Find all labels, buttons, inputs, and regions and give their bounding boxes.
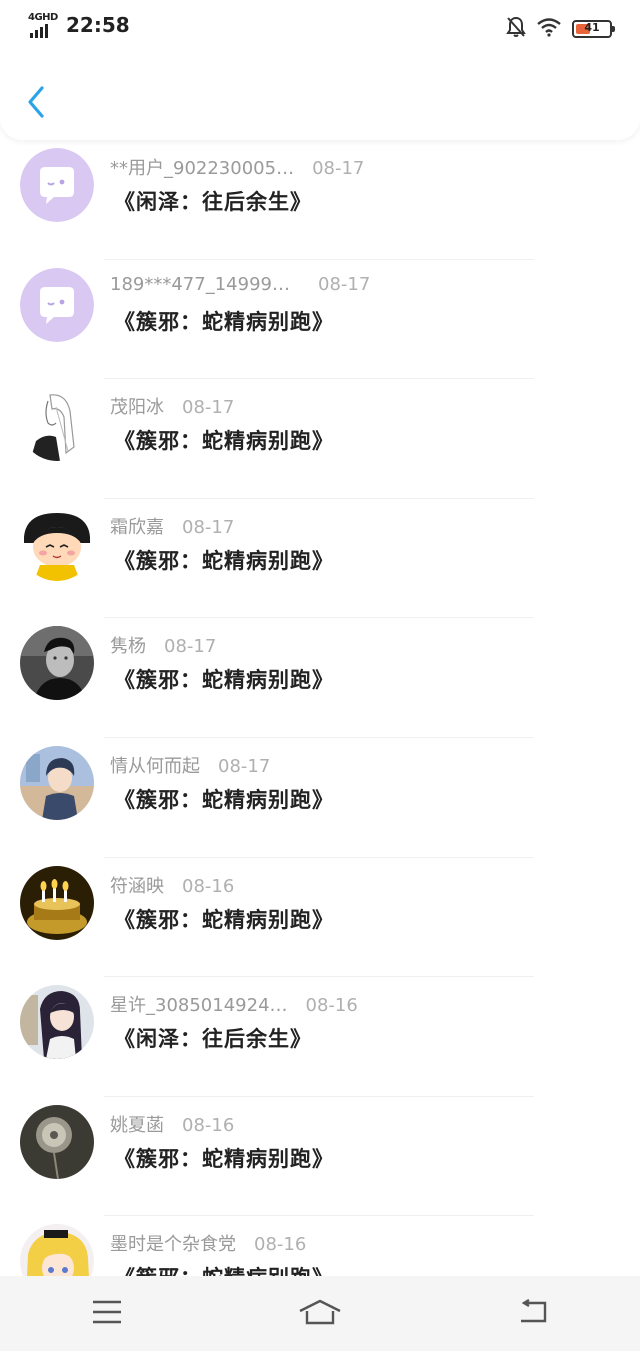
user-name: 霜欣嘉 xyxy=(110,516,164,538)
nav-back-button[interactable] xyxy=(503,1289,563,1339)
avatar[interactable] xyxy=(20,1104,94,1179)
user-name: 星许_3085014924… xyxy=(110,995,288,1017)
home-button[interactable] xyxy=(290,1289,350,1339)
item-meta: 星许_3085014924… 08-16 xyxy=(110,991,358,1017)
back-button[interactable] xyxy=(18,82,54,126)
battery-percent: 41 xyxy=(584,21,600,34)
avatar[interactable] xyxy=(20,745,94,820)
list-item[interactable]: 情从何而起 08-17 《簇邪：蛇精病别跑》 xyxy=(0,738,640,858)
avatar[interactable] xyxy=(20,148,94,222)
avatar[interactable] xyxy=(20,506,94,581)
notifications-muted-icon xyxy=(506,16,526,42)
menu-icon xyxy=(91,1299,123,1329)
status-time: 22:58 xyxy=(66,13,130,37)
item-date: 08-17 xyxy=(218,755,271,777)
user-name: 姚夏菡 xyxy=(110,1114,164,1136)
list-item[interactable]: 墨时是个杂食党 08-16 《簇邪：蛇精病别跑》 xyxy=(0,1216,640,1276)
book-title: 《簇邪：蛇精病别跑》 xyxy=(114,668,334,693)
item-meta: 姚夏菡 08-16 xyxy=(110,1111,234,1137)
item-meta: 189***477_149998… 08-17 xyxy=(110,274,370,295)
item-date: 08-16 xyxy=(254,1234,307,1256)
book-title: 《簇邪：蛇精病别跑》 xyxy=(114,309,334,334)
item-date: 08-17 xyxy=(182,397,235,419)
item-date: 08-16 xyxy=(182,1114,235,1136)
item-date: 08-16 xyxy=(305,995,358,1017)
list-item[interactable]: 189***477_149998… 08-17 《簇邪：蛇精病别跑》 xyxy=(0,260,640,380)
book-title: 《簇邪：蛇精病别跑》 xyxy=(114,548,334,573)
signal-icon: 4GHD xyxy=(28,12,58,38)
item-date: 08-17 xyxy=(312,158,365,179)
avatar[interactable] xyxy=(20,267,94,342)
item-meta: 符涵映 08-16 xyxy=(110,872,234,898)
battery-icon: 41 xyxy=(572,20,615,38)
book-title: 《簇邪：蛇精病别跑》 xyxy=(114,787,334,812)
avatar[interactable] xyxy=(20,985,94,1060)
list-item[interactable]: 姚夏菡 08-16 《簇邪：蛇精病别跑》 xyxy=(0,1097,640,1217)
item-meta: 霜欣嘉 08-17 xyxy=(110,513,234,539)
list-item[interactable]: 符涵映 08-16 《簇邪：蛇精病别跑》 xyxy=(0,858,640,978)
user-name: 茂阳冰 xyxy=(110,397,164,419)
list-item[interactable]: **用户_902230005… 08-17 《闲泽：往后余生》 xyxy=(0,140,640,260)
list-item[interactable]: 星许_3085014924… 08-16 《闲泽：往后余生》 xyxy=(0,977,640,1097)
item-meta: 茂阳冰 08-17 xyxy=(110,393,234,419)
avatar[interactable] xyxy=(20,626,94,701)
message-list[interactable]: **用户_902230005… 08-17 《闲泽：往后余生》 189***477_1… xyxy=(0,140,640,1276)
book-title: 《簇邪：蛇精病别跑》 xyxy=(114,1146,334,1171)
user-name: 隽杨 xyxy=(110,636,146,658)
chevron-left-icon xyxy=(26,85,46,123)
list-item[interactable]: 隽杨 08-17 《簇邪：蛇精病别跑》 xyxy=(0,618,640,738)
item-date: 08-16 xyxy=(182,875,235,897)
avatar[interactable] xyxy=(20,865,94,940)
avatar[interactable] xyxy=(20,1224,94,1276)
menu-button[interactable] xyxy=(77,1289,137,1339)
item-meta: **用户_902230005… 08-17 xyxy=(110,154,364,180)
item-date: 08-17 xyxy=(182,516,235,538)
user-name: 情从何而起 xyxy=(110,755,200,777)
back-arrow-icon xyxy=(517,1298,549,1329)
item-date: 08-17 xyxy=(318,273,371,295)
item-meta: 情从何而起 08-17 xyxy=(110,752,270,778)
book-title: 《簇邪：蛇精病别跑》 xyxy=(114,1262,334,1276)
user-name: 墨时是个杂食党 xyxy=(110,1234,236,1256)
wifi-icon xyxy=(536,17,562,41)
list-item[interactable]: 霜欣嘉 08-17 《簇邪：蛇精病别跑》 xyxy=(0,499,640,619)
list-item[interactable]: 茂阳冰 08-17 《簇邪：蛇精病别跑》 xyxy=(0,379,640,499)
status-bar: 4GHD 22:58 41 xyxy=(0,0,640,56)
user-name: 189***477_149998… xyxy=(110,273,300,295)
item-meta: 墨时是个杂食党 08-16 xyxy=(110,1230,306,1256)
user-name: **用户_902230005… xyxy=(110,158,295,179)
book-title: 《簇邪：蛇精病别跑》 xyxy=(114,429,334,454)
book-title: 《闲泽：往后余生》 xyxy=(114,190,312,214)
item-meta: 隽杨 08-17 xyxy=(110,632,216,658)
item-date: 08-17 xyxy=(164,636,217,658)
avatar[interactable] xyxy=(20,387,94,462)
book-title: 《闲泽：往后余生》 xyxy=(114,1027,312,1052)
network-type: 4GHD xyxy=(28,12,58,23)
home-icon xyxy=(298,1298,342,1330)
system-nav-bar xyxy=(0,1276,640,1351)
user-name: 符涵映 xyxy=(110,875,164,897)
book-title: 《簇邪：蛇精病别跑》 xyxy=(114,907,334,932)
